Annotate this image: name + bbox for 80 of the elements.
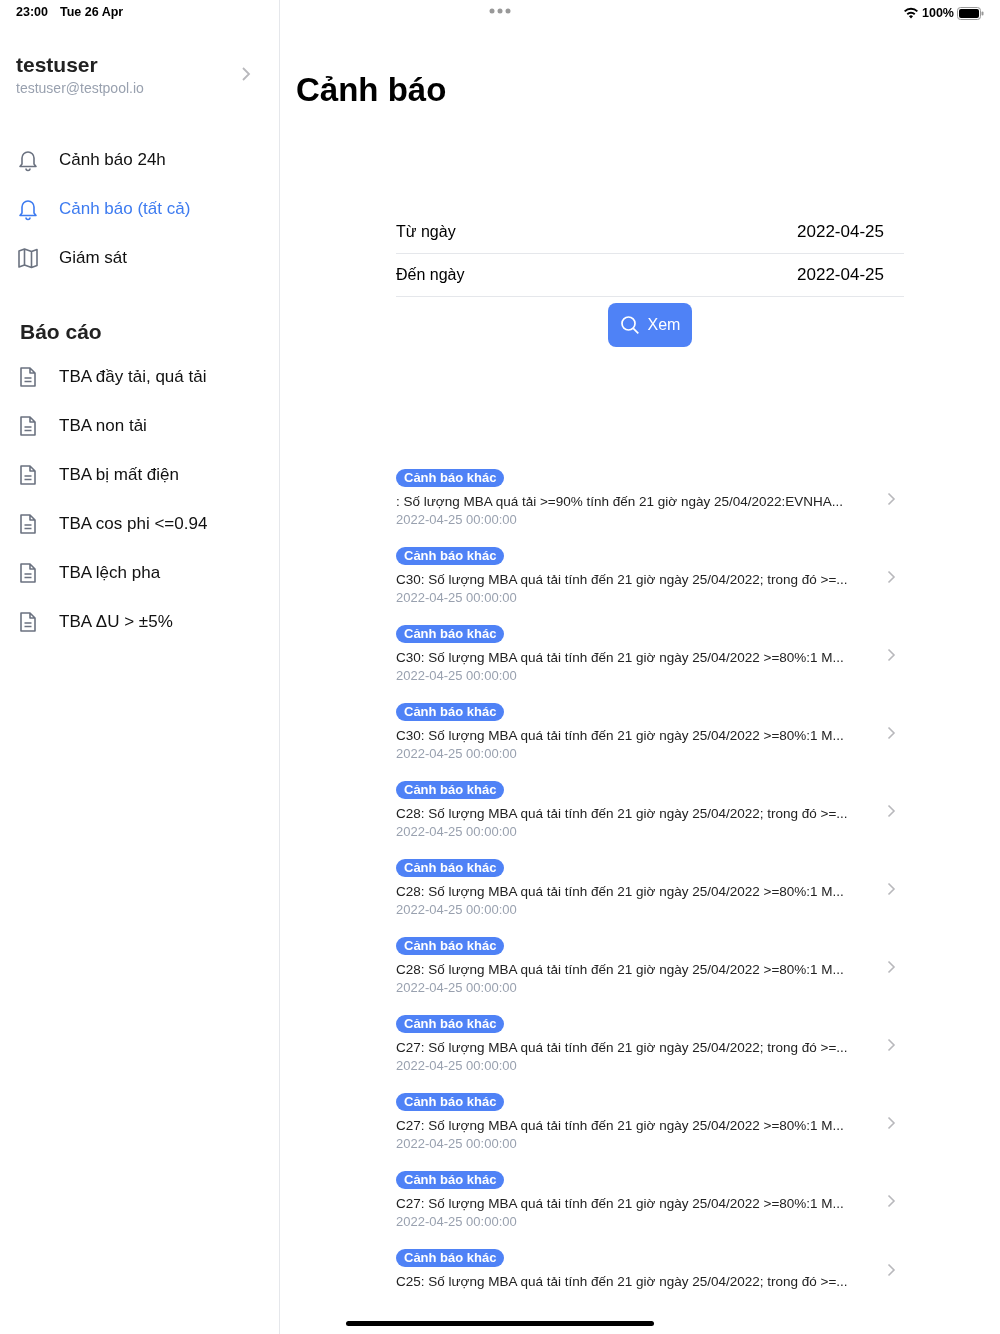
sidebar-item[interactable]: Giám sát: [0, 233, 279, 282]
sidebar-item[interactable]: TBA cos phi <=0.94: [0, 499, 279, 548]
search-icon: [619, 315, 640, 335]
alert-text: C27: Số lượng MBA quá tải tính đến 21 giờ ngày 25/04/2022 >=80%:1 M...: [396, 1117, 844, 1135]
chevron-icon: [887, 804, 896, 818]
chevron-icon: [887, 882, 896, 896]
user-email: testuser@testpool.io: [16, 79, 145, 97]
sidebar-item[interactable]: TBA lệch pha: [0, 548, 279, 597]
alert-time: 2022-04-25 00:00:00: [396, 1135, 517, 1153]
alert-row[interactable]: Cảnh báo khác C27: Số lượng MBA quá tải tính đến 21 giờ ngày 25/04/2022 >=80%:1 M... 2022-04-25 00:00:00: [396, 1171, 896, 1231]
sidebar-item[interactable]: Cảnh báo (tất cả): [0, 184, 279, 233]
alert-time: 2022-04-25 00:00:00: [396, 1057, 517, 1075]
alert-text: C28: Số lượng MBA quá tải tính đến 21 giờ ngày 25/04/2022; trong đó >=...: [396, 805, 848, 823]
category-tag: Cảnh báo khác: [396, 547, 505, 565]
category-tag: Cảnh báo khác: [396, 1015, 505, 1033]
alert-row[interactable]: Cảnh báo khác C27: Số lượng MBA quá tải tính đến 21 giờ ngày 25/04/2022; trong đó >=... 2022-04-25 00:00:00: [396, 1015, 896, 1075]
alert-text: C30: Số lượng MBA quá tải tính đến 21 giờ ngày 25/04/2022 >=80%:1 M...: [396, 727, 844, 745]
category-tag: Cảnh báo khác: [396, 937, 505, 955]
home-indicator[interactable]: [346, 1321, 654, 1326]
category-tag: Cảnh báo khác: [396, 625, 505, 643]
category-tag: Cảnh báo khác: [396, 781, 505, 799]
alert-row[interactable]: Cảnh báo khác C25: Số lượng MBA quá tải tính đến 21 giờ ngày 25/04/2022; trong đó >=...: [396, 1249, 896, 1291]
sidebar-item[interactable]: Cảnh báo 24h: [0, 135, 279, 184]
alert-text: C25: Số lượng MBA quá tải tính đến 21 giờ ngày 25/04/2022; trong đó >=...: [396, 1273, 848, 1291]
chevron-icon: [887, 1116, 896, 1130]
chevron-icon: [887, 570, 896, 584]
alert-time: 2022-04-25 00:00:00: [396, 511, 517, 529]
alert-time: 2022-04-25 00:00:00: [396, 901, 517, 919]
category-tag: Cảnh báo khác: [396, 1171, 505, 1189]
chevron-icon[interactable]: [241, 66, 251, 82]
chevron-icon: [887, 1263, 896, 1277]
alert-time: 2022-04-25 00:00:00: [396, 667, 517, 685]
alert-time: 2022-04-25 00:00:00: [396, 979, 517, 997]
alert-row[interactable]: Cảnh báo khác : Số lượng MBA quá tải >=90% tính đến 21 giờ ngày 25/04/2022:EVNHA... 2022-04-25 00:00:00: [396, 469, 896, 529]
alert-text: : Số lượng MBA quá tải >=90% tính đến 21 giờ ngày 25/04/2022:EVNHA...: [396, 493, 844, 511]
sidebar-item[interactable]: TBA ΔU > ±5%: [0, 597, 279, 646]
date-field[interactable]: Đến ngày 2022-04-25: [396, 254, 904, 297]
wifi-icon: [903, 7, 919, 20]
chevron-icon: [887, 726, 896, 740]
sidebar-item[interactable]: TBA non tải: [0, 401, 279, 450]
alert-text: C30: Số lượng MBA quá tải tính đến 21 giờ ngày 25/04/2022; trong đó >=...: [396, 571, 848, 589]
alert-row[interactable]: Cảnh báo khác C30: Số lượng MBA quá tải tính đến 21 giờ ngày 25/04/2022 >=80%:1 M... 2022-04-25 00:00:00: [396, 625, 896, 685]
alert-time: 2022-04-25 00:00:00: [396, 589, 517, 607]
alert-time: 2022-04-25 00:00:00: [396, 745, 517, 763]
category-tag: Cảnh báo khác: [396, 469, 505, 487]
alert-row[interactable]: Cảnh báo khác C28: Số lượng MBA quá tải tính đến 21 giờ ngày 25/04/2022 >=80%:1 M... 2022-04-25 00:00:00: [396, 859, 896, 919]
alert-row[interactable]: Cảnh báo khác C28: Số lượng MBA quá tải tính đến 21 giờ ngày 25/04/2022 >=80%:1 M... 2022-04-25 00:00:00: [396, 937, 896, 997]
chevron-icon: [887, 1038, 896, 1052]
category-tag: Cảnh báo khác: [396, 1249, 505, 1267]
alert-time: 2022-04-25 00:00:00: [396, 1213, 517, 1231]
multitasking-icon[interactable]: [489, 8, 511, 14]
chevron-icon: [887, 648, 896, 662]
alert-row[interactable]: Cảnh báo khác C28: Số lượng MBA quá tải tính đến 21 giờ ngày 25/04/2022; trong đó >=... 2022-04-25 00:00:00: [396, 781, 896, 841]
chevron-icon: [887, 1194, 896, 1208]
chevron-icon: [887, 960, 896, 974]
alert-text: C28: Số lượng MBA quá tải tính đến 21 giờ ngày 25/04/2022 >=80%:1 M...: [396, 961, 844, 979]
date-field[interactable]: Từ ngày 2022-04-25: [396, 211, 904, 254]
chevron-icon: [887, 492, 896, 506]
status-date: Tue 26 Apr: [60, 3, 124, 21]
alert-text: C27: Số lượng MBA quá tải tính đến 21 giờ ngày 25/04/2022; trong đó >=...: [396, 1039, 848, 1057]
page-title: Cảnh báo: [295, 70, 448, 110]
status-time: 23:00: [16, 3, 48, 21]
battery-icon: [957, 6, 984, 20]
category-tag: Cảnh báo khác: [396, 859, 505, 877]
user-name: testuser: [16, 52, 99, 78]
category-tag: Cảnh báo khác: [396, 1093, 505, 1111]
alert-time: 2022-04-25 00:00:00: [396, 823, 517, 841]
alert-row[interactable]: Cảnh báo khác C27: Số lượng MBA quá tải tính đến 21 giờ ngày 25/04/2022 >=80%:1 M... 2022-04-25 00:00:00: [396, 1093, 896, 1153]
search-button[interactable]: Xem: [608, 303, 692, 347]
alert-text: C30: Số lượng MBA quá tải tính đến 21 giờ ngày 25/04/2022 >=80%:1 M...: [396, 649, 844, 667]
alert-text: C27: Số lượng MBA quá tải tính đến 21 giờ ngày 25/04/2022 >=80%:1 M...: [396, 1195, 844, 1213]
map-icon: [16, 245, 40, 270]
alert-row[interactable]: Cảnh báo khác C30: Số lượng MBA quá tải tính đến 21 giờ ngày 25/04/2022; trong đó >=... 2022-04-25 00:00:00: [396, 547, 896, 607]
battery-percent: 100%: [922, 5, 954, 22]
section-title: Báo cáo: [19, 319, 103, 345]
sidebar-item[interactable]: TBA đầy tải, quá tải: [0, 352, 279, 401]
alert-row[interactable]: Cảnh báo khác C30: Số lượng MBA quá tải tính đến 21 giờ ngày 25/04/2022 >=80%:1 M... 2022-04-25 00:00:00: [396, 703, 896, 763]
category-tag: Cảnh báo khác: [396, 703, 505, 721]
sidebar-item[interactable]: TBA bị mất điện: [0, 450, 279, 499]
alert-text: C28: Số lượng MBA quá tải tính đến 21 giờ ngày 25/04/2022 >=80%:1 M...: [396, 883, 844, 901]
